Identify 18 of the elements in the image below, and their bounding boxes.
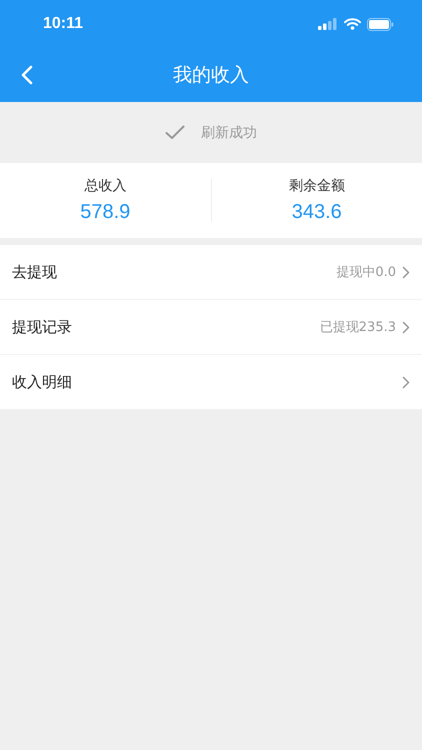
menu-item[interactable]: 收入明细 — [0, 355, 422, 410]
refresh-message: 刷新成功 — [201, 124, 257, 142]
chevron-icon — [402, 266, 410, 278]
battery-icon — [367, 18, 394, 30]
wifi-icon — [344, 18, 361, 30]
summary-label: 总收入 — [84, 177, 126, 195]
status-time: 10:11 — [43, 15, 84, 33]
summary-value: 343.6 — [292, 201, 342, 224]
summary-label: 剩余金额 — [288, 177, 345, 195]
signal-icon — [318, 18, 338, 30]
menu-item[interactable]: 提现记录 已提现235.3 — [0, 300, 422, 355]
back-icon[interactable] — [21, 65, 33, 85]
chevron-icon — [402, 320, 410, 334]
page-title: 我的收入 — [173, 63, 249, 88]
check-icon — [165, 125, 185, 140]
chevron-icon — [402, 376, 410, 388]
menu-item[interactable]: 去提现 提现中0.0 — [0, 245, 422, 300]
summary-value: 578.9 — [80, 201, 130, 224]
